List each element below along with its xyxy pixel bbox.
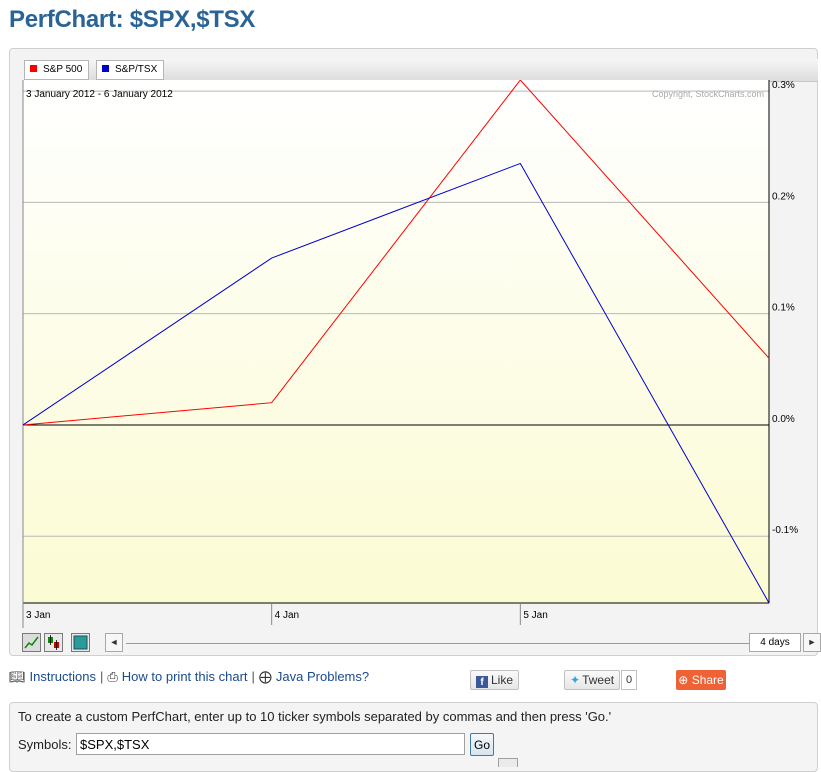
y-tick-label: -0.1% (772, 525, 798, 536)
instructions-link[interactable]: Instructions (30, 669, 96, 684)
share-label: Share (691, 673, 724, 687)
go-button[interactable]: Go (470, 733, 494, 756)
scroll-track[interactable] (126, 643, 749, 644)
perf-chart[interactable]: 0.3% 0.2% 0.1% 0.0% -0.1% 3 Jan 4 Jan 5 Jan 3 J… (20, 80, 810, 628)
java-problems-link[interactable]: Java Problems? (276, 669, 369, 684)
y-tick-label: 0.0% (772, 414, 795, 425)
chart-panel: S&P 500 S&P/TSX 0.3% 0.2% 0.1% 0.0% -0.1% 3 J… (9, 48, 821, 656)
x-tick-label: 4 Jan (275, 610, 299, 621)
range-box[interactable]: 4 days (749, 633, 801, 652)
scroll-left-button[interactable]: ◄ (105, 633, 123, 652)
date-range-label: 3 January 2012 - 6 January 2012 (26, 89, 173, 100)
tweet-count: 0 (621, 670, 638, 690)
chart-toolbar: ◄ 4 days ► (22, 630, 821, 654)
candlestick-icon[interactable] (44, 633, 63, 652)
legend-swatch-sp500 (30, 65, 37, 72)
legend-swatch-tsx (102, 65, 109, 72)
print-link[interactable]: How to print this chart (122, 669, 248, 684)
page-title: PerfChart: $SPX,$TSX (9, 6, 256, 33)
facebook-like-button[interactable]: f Like (470, 670, 520, 690)
area-chart-icon[interactable] (71, 633, 90, 652)
share-button[interactable]: ⊕ Share (676, 670, 726, 690)
legend-label: S&P 500 (43, 64, 83, 75)
java-icon: ⨁ (258, 669, 272, 684)
symbols-input[interactable] (76, 733, 465, 755)
scroll-right-button[interactable]: ► (803, 633, 821, 652)
line-chart-icon[interactable] (22, 633, 41, 652)
y-tick-label: 0.2% (772, 191, 795, 202)
separator: | (100, 669, 104, 684)
plus-icon: ⊕ (678, 673, 689, 687)
legend-item-tsx[interactable]: S&P/TSX (96, 60, 165, 80)
legend-label: S&P/TSX (115, 64, 158, 75)
symbols-label: Symbols: (18, 737, 72, 752)
plot-background (23, 80, 769, 603)
legend-item-sp500[interactable]: S&P 500 (24, 60, 90, 80)
help-links: 📖︎ Instructions | ⎙ How to print this chart |… (9, 669, 369, 685)
legend-bar: S&P 500 S&P/TSX (24, 59, 818, 82)
form-instructions: To create a custom PerfChart, enter up t… (18, 709, 612, 724)
like-label: Like (491, 673, 514, 687)
y-tick-label: 0.1% (772, 303, 795, 314)
facebook-icon: f (476, 676, 488, 688)
symbols-form: To create a custom PerfChart, enter up t… (9, 702, 818, 772)
copyright-label: Copyright, StockCharts.com (652, 89, 764, 99)
book-icon: 📖︎ (9, 669, 26, 684)
x-tick-label: 5 Jan (523, 610, 547, 621)
y-tick-label: 0.3% (772, 80, 795, 91)
twitter-icon: ✦ (570, 673, 581, 687)
separator: | (251, 669, 255, 684)
x-tick-label: 3 Jan (26, 610, 50, 621)
tweet-button[interactable]: ✦ Tweet (564, 670, 621, 690)
printer-icon: ⎙ (107, 669, 118, 684)
tweet-label: Tweet (582, 673, 615, 687)
